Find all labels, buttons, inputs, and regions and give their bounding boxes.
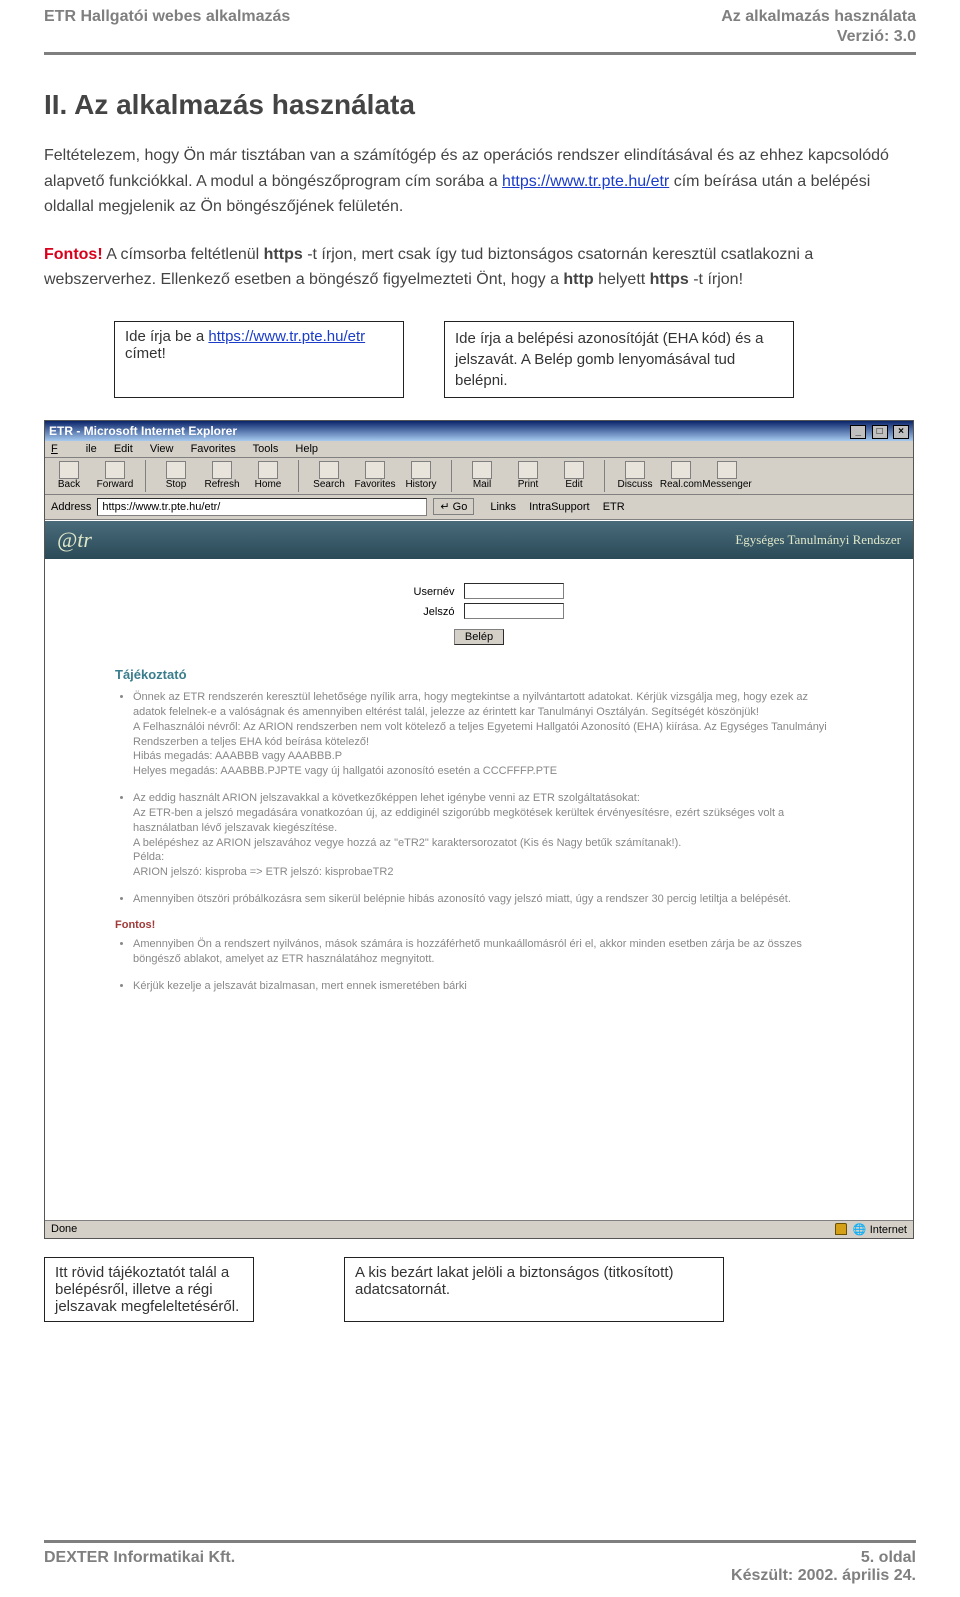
search-icon [319, 461, 339, 479]
login-form: Usernév Jelszó Belép [45, 559, 913, 655]
window-controls: _ □ × [848, 423, 909, 439]
discuss-icon [625, 461, 645, 479]
etr-header: @tr Egységes Tanulmányi Rendszer [45, 521, 913, 559]
upper-callouts: Ide írja be a https://www.tr.pte.hu/etr … [44, 321, 916, 398]
menu-view[interactable]: View [150, 443, 174, 455]
taj-item-4: Amennyiben Ön a rendszert nyilvános, más… [133, 937, 843, 967]
menu-help[interactable]: Help [295, 443, 318, 455]
callout-login: Ide írja a belépési azonosítóját (EHA kó… [444, 321, 794, 398]
mail-icon [472, 461, 492, 479]
minimize-icon[interactable]: _ [850, 425, 866, 439]
history-icon [411, 461, 431, 479]
lower-callouts: Itt rövid tájékoztatót talál a belépésrő… [44, 1257, 916, 1322]
callout-address: Ide írja be a https://www.tr.pte.hu/etr … [114, 321, 404, 398]
footer-page: 5. oldal [861, 1549, 916, 1566]
section-title: II. Az alkalmazás használata [44, 89, 916, 121]
ie-menubar: File Edit View Favorites Tools Help [45, 441, 913, 458]
addr-label: Address [51, 501, 91, 513]
fontos-label: Fontos! [44, 246, 103, 263]
password-label: Jelszó [394, 606, 454, 618]
refresh-icon [212, 461, 232, 479]
tajekoztato: Tájékoztató Önnek az ETR rendszerén kere… [45, 655, 913, 1016]
tb-search[interactable]: Search [309, 461, 349, 490]
header-version: Verzió: 3.0 [44, 28, 916, 46]
tb-back[interactable]: Back [49, 461, 89, 490]
tb-print[interactable]: Print [508, 461, 548, 490]
home-icon [258, 461, 278, 479]
fontos-subhead: Fontos! [115, 919, 843, 931]
close-icon[interactable]: × [893, 425, 909, 439]
tb-mail[interactable]: Mail [462, 461, 502, 490]
ie-toolbar: Back Forward Stop Refresh Home Search Fa… [45, 458, 913, 495]
real-icon [671, 461, 691, 479]
maximize-icon[interactable]: □ [872, 425, 888, 439]
lock-icon [835, 1223, 847, 1235]
etr-url-link[interactable]: https://www.tr.pte.hu/etr [502, 173, 669, 190]
tajekoztato-title: Tájékoztató [115, 667, 843, 682]
footer-date: Készült: 2002. április 24. [731, 1567, 916, 1584]
menu-file[interactable]: File [51, 443, 97, 455]
address-input[interactable] [97, 498, 427, 516]
document-header: ETR Hallgatói webes alkalmazás Az alkalm… [0, 0, 960, 55]
warning-paragraph: Fontos! A címsorba feltétlenül https -t … [44, 242, 916, 293]
callout-tajekoztato: Itt rövid tájékoztatót talál a belépésrő… [44, 1257, 254, 1322]
window-title: ETR - Microsoft Internet Explorer [49, 424, 237, 438]
tb-forward[interactable]: Forward [95, 461, 135, 490]
menu-tools[interactable]: Tools [253, 443, 279, 455]
link-etr[interactable]: ETR [603, 501, 625, 513]
messenger-icon [717, 461, 737, 479]
ie-statusbar: Done 🌐 Internet [45, 1220, 913, 1238]
link-intrasupport[interactable]: IntraSupport [529, 501, 590, 513]
go-button[interactable]: ↵ Go [433, 498, 474, 515]
status-zone: 🌐 Internet [853, 1223, 907, 1236]
footer-left: DEXTER Informatikai Kft. [44, 1549, 235, 1585]
taj-item-2: Az eddig használt ARION jelszavakkal a k… [133, 791, 843, 880]
tb-discuss[interactable]: Discuss [615, 461, 655, 490]
header-left: ETR Hallgatói webes alkalmazás [44, 8, 290, 26]
tb-stop[interactable]: Stop [156, 461, 196, 490]
menu-favorites[interactable]: Favorites [191, 443, 236, 455]
document-body: II. Az alkalmazás használata Feltételeze… [0, 55, 960, 398]
password-input[interactable] [464, 603, 564, 619]
login-button[interactable]: Belép [454, 629, 504, 645]
favorites-icon [365, 461, 385, 479]
print-icon [518, 461, 538, 479]
intro-paragraph: Feltételezem, hogy Ön már tisztában van … [44, 143, 916, 220]
ie-titlebar: ETR - Microsoft Internet Explorer _ □ × [45, 421, 913, 441]
tb-realcom[interactable]: Real.com [661, 461, 701, 490]
callout-address-link[interactable]: https://www.tr.pte.hu/etr [208, 328, 365, 345]
links-bar: Links IntraSupport ETR [480, 501, 624, 513]
taj-item-1: Önnek az ETR rendszerén keresztül lehető… [133, 690, 843, 779]
ie-content: @tr Egységes Tanulmányi Rendszer Usernév… [45, 520, 913, 1220]
stop-icon [166, 461, 186, 479]
tb-favorites[interactable]: Favorites [355, 461, 395, 490]
tb-messenger[interactable]: Messenger [707, 461, 747, 490]
menu-edit[interactable]: Edit [114, 443, 133, 455]
username-label: Usernév [394, 586, 454, 598]
back-icon [59, 461, 79, 479]
ie-screenshot: ETR - Microsoft Internet Explorer _ □ × … [44, 420, 914, 1239]
document-footer: DEXTER Informatikai Kft. 5. oldal Készül… [44, 1540, 916, 1585]
etr-logo: @tr [57, 527, 92, 553]
forward-icon [105, 461, 125, 479]
taj-item-5: Kérjük kezelje a jelszavát bizalmasan, m… [133, 979, 843, 994]
username-input[interactable] [464, 583, 564, 599]
edit-icon [564, 461, 584, 479]
tb-history[interactable]: History [401, 461, 441, 490]
tb-edit[interactable]: Edit [554, 461, 594, 490]
links-label: Links [490, 501, 516, 513]
header-right: Az alkalmazás használata [721, 8, 916, 26]
taj-item-3: Amennyiben ötszöri próbálkozásra sem sik… [133, 892, 843, 907]
tb-refresh[interactable]: Refresh [202, 461, 242, 490]
etr-tagline: Egységes Tanulmányi Rendszer [735, 532, 901, 548]
ie-addressbar: Address ↵ Go Links IntraSupport ETR [45, 495, 913, 520]
tb-home[interactable]: Home [248, 461, 288, 490]
status-done: Done [51, 1223, 77, 1235]
callout-lock: A kis bezárt lakat jelöli a biztonságos … [344, 1257, 724, 1322]
